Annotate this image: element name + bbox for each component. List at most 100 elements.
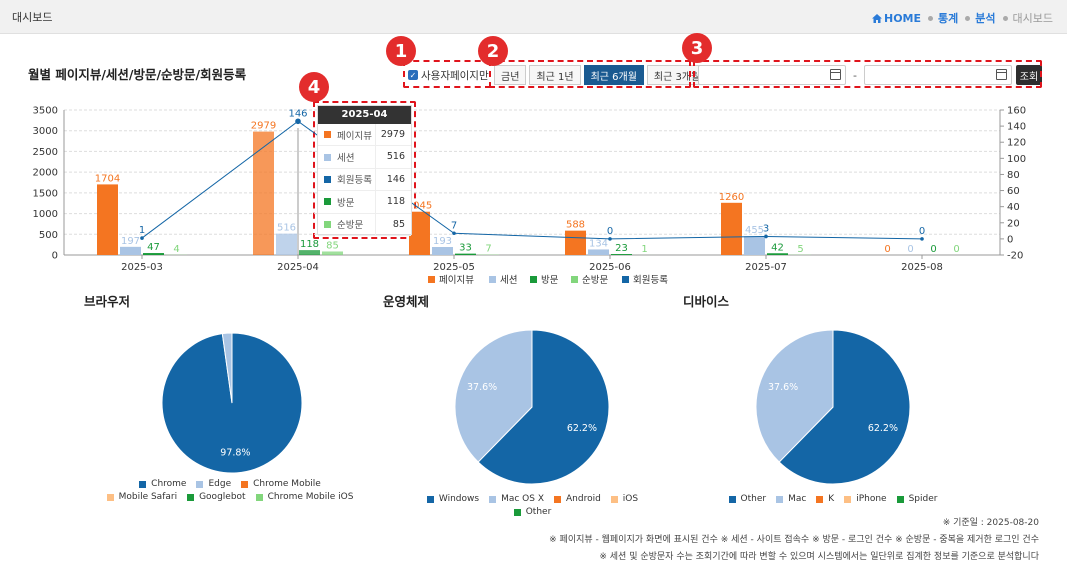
legend-label: iPhone [856, 494, 887, 504]
browser-pie-chart: 97.8% [161, 332, 303, 474]
y-right-tick-label: 100 [1007, 154, 1026, 165]
bar-data-label: 42 [771, 242, 784, 253]
tooltip-row: 페이지뷰 2979 [318, 124, 411, 147]
legend-item[interactable]: iPhone [844, 494, 887, 504]
legend-label: 순방문 [582, 275, 608, 286]
bar [565, 230, 586, 255]
bar-data-label: 193 [433, 236, 452, 247]
legend-item[interactable]: Mac OS X [489, 494, 544, 504]
tooltip-row: 세션 516 [318, 146, 411, 169]
line-data-label: 3 [763, 223, 769, 234]
tooltip-label: 회원등록 [337, 175, 372, 187]
bar [276, 233, 297, 255]
legend-item[interactable]: Googlebot [187, 492, 246, 502]
legend-swatch [896, 495, 904, 503]
bar-data-label: 23 [615, 243, 628, 254]
bar [143, 253, 164, 255]
y-right-tick-label: 120 [1007, 138, 1026, 149]
legend-label: Chrome [151, 479, 187, 489]
bar-data-label: 0 [930, 244, 936, 255]
legend-swatch [241, 480, 249, 488]
x-tick-label: 2025-05 [433, 262, 475, 273]
tooltip-value: 146 [375, 168, 411, 191]
legend-label: Spider [908, 494, 938, 504]
y-right-tick-label: 40 [1007, 202, 1020, 213]
os-chart-title: 운영체제 [383, 294, 430, 309]
bar-data-label: 2979 [251, 121, 276, 132]
bar [432, 247, 453, 255]
y-left-tick-label: 0 [52, 251, 58, 262]
legend-item[interactable]: Spider [896, 494, 938, 504]
legend-item[interactable]: Mac [776, 494, 806, 504]
bar [611, 254, 632, 255]
os-pie-chart: 62.2% 37.6% [454, 329, 610, 485]
bar-data-label: 0 [907, 244, 913, 255]
browser-legend: Chrome Edge Chrome Mobile Mobile Safari Goog… [100, 479, 360, 505]
legend-item[interactable]: Windows [426, 494, 479, 504]
legend-item[interactable]: Other [513, 507, 551, 517]
legend-swatch [489, 495, 497, 503]
legend-swatch [196, 480, 204, 488]
line-data-label: 0 [607, 226, 613, 237]
line-data-label: 146 [288, 108, 307, 119]
legend-item[interactable]: Chrome Mobile [241, 479, 321, 489]
line-point [920, 237, 924, 241]
bar [253, 131, 274, 255]
bar [299, 250, 320, 255]
note-reference-date: ※ 기준일 : 2025-08-20 [942, 518, 1039, 528]
y-right-tick-label: 0 [1007, 234, 1013, 245]
legend-label: Edge [208, 479, 232, 489]
legend-item[interactable]: Chrome Mobile iOS [255, 492, 353, 502]
legend-item[interactable]: Mobile Safari [106, 492, 177, 502]
legend-swatch [426, 495, 434, 503]
line-point [140, 236, 144, 240]
legend-item[interactable]: Other [728, 494, 767, 504]
bar-data-label: 0 [884, 244, 890, 255]
legend-label: Android [566, 494, 601, 504]
y-right-tick-label: 140 [1007, 122, 1026, 133]
tooltip-value: 118 [375, 191, 411, 213]
monthly-stats-chart: 0500100015002000250030003500-20020406080… [33, 106, 1027, 287]
line-point [452, 231, 456, 236]
y-left-tick-label: 1500 [33, 188, 58, 199]
legend-item[interactable]: Android [554, 494, 601, 504]
tooltip-row: 순방문 85 [318, 213, 411, 236]
bar-data-label: 455 [745, 225, 764, 236]
bar [120, 246, 141, 255]
legend-swatch [489, 276, 496, 283]
legend-label: Chrome Mobile [253, 479, 321, 489]
device-legend: Other Mac KiPhone Spider [718, 494, 948, 507]
legend-swatch [139, 480, 147, 488]
legend-item[interactable]: K [816, 494, 834, 504]
tooltip-label: 페이지뷰 [337, 130, 372, 142]
tooltip-swatch [324, 175, 331, 183]
note-definitions: ※ 페이지뷰 - 웹페이지가 화면에 표시된 건수 ※ 세션 - 사이트 접속수… [549, 535, 1039, 545]
bar [721, 202, 742, 255]
legend-item[interactable]: Edge [196, 479, 231, 489]
y-right-tick-label: 60 [1007, 186, 1020, 197]
legend-swatch [816, 495, 824, 503]
y-right-tick-label: 160 [1007, 106, 1026, 117]
legend-label: Other [740, 494, 767, 504]
pie-slice-label: 97.8% [220, 447, 250, 458]
legend-item[interactable]: iOS [610, 494, 638, 504]
pie-slice-label: 62.2% [868, 423, 898, 434]
tooltip-row: 방문 118 [318, 191, 411, 214]
legend-item[interactable]: Chrome [139, 479, 186, 489]
bar-data-label: 5 [797, 244, 803, 255]
legend-swatch [728, 495, 736, 503]
browser-chart-title: 브라우저 [84, 294, 131, 309]
tooltip-label: 순방문 [337, 220, 364, 232]
legend-swatch [187, 493, 195, 501]
bar [588, 249, 609, 255]
bar-data-label: 197 [121, 236, 140, 247]
y-right-tick-label: 20 [1007, 218, 1020, 229]
bar-data-label: 1260 [719, 192, 744, 203]
device-chart-title: 디바이스 [683, 294, 730, 309]
line-data-label: 0 [919, 226, 925, 237]
tooltip-label: 세션 [337, 153, 355, 165]
tooltip-swatch [324, 131, 331, 139]
tooltip-swatch [324, 198, 331, 206]
legend-label: 회원등록 [633, 275, 668, 286]
bar [97, 184, 118, 255]
